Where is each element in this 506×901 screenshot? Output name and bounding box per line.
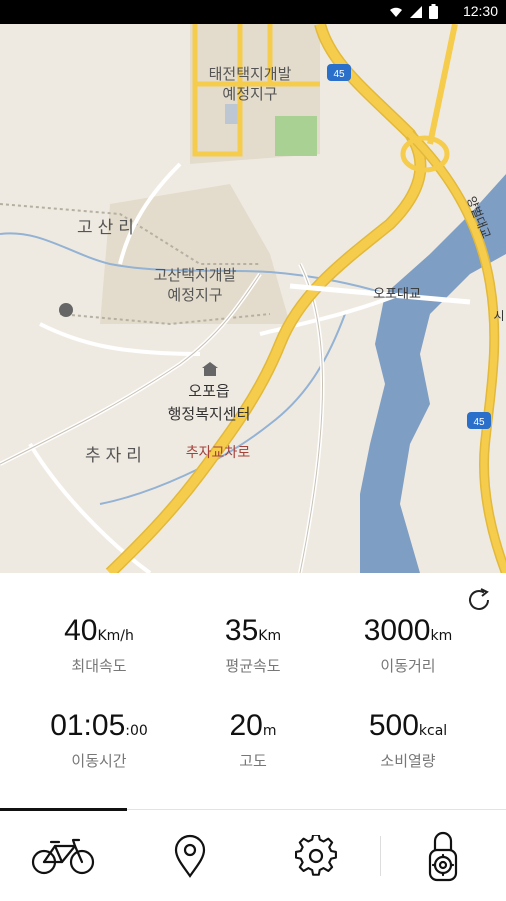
location-pin-icon	[174, 834, 206, 878]
gear-icon	[295, 834, 337, 876]
route-shield-top: 45	[327, 64, 351, 81]
green-area	[275, 116, 317, 156]
stat-max-speed: 40Km/h 최대속도	[64, 614, 134, 675]
status-time: 12:30	[462, 3, 498, 19]
bicycle-icon	[31, 838, 95, 874]
map-label-district-top: 태전택지개발	[209, 65, 292, 83]
poi-icon[interactable]	[59, 303, 73, 317]
tab-location[interactable]	[127, 810, 253, 901]
svg-text:45: 45	[333, 69, 345, 80]
map-label-intersection: 추자교차로	[186, 445, 251, 461]
route-shield-right: 45	[467, 412, 491, 429]
tab-lock[interactable]	[380, 810, 506, 901]
stat-avg-speed: 35Km 평균속도	[224, 614, 282, 675]
ride-stats-panel: 40Km/h 최대속도 35Km 평균속도 3000km 이동거리 01:05:…	[0, 573, 506, 809]
tab-ride[interactable]	[0, 810, 126, 901]
stat-duration: 01:05:00 이동시간	[50, 709, 148, 770]
bottom-tab-bar	[0, 808, 506, 901]
map-label-gosan: 고산리	[77, 218, 139, 238]
svg-text:45: 45	[473, 417, 485, 428]
status-bar: 12:30	[0, 0, 506, 24]
stat-distance: 3000km 이동거리	[363, 614, 453, 675]
map-label-office: 오포읍	[188, 382, 229, 400]
stat-calories: 500kcal 소비열량	[368, 709, 448, 770]
lock-icon	[428, 831, 458, 881]
stat-altitude: 20m 고도	[229, 709, 277, 770]
map-label-district-mid: 고산택지개발	[154, 266, 237, 284]
map-label-district-top-2: 예정지구	[222, 85, 277, 103]
map-label-chuja: 추자리	[85, 446, 147, 466]
map-view[interactable]: 45 45 태전택지개발 예정지구 고산리 고산택지개발 예정지구 오포읍 행정…	[0, 24, 506, 573]
map-label-district-mid-2: 예정지구	[167, 286, 222, 304]
government-office-icon	[202, 362, 218, 376]
map-label-office-2: 행정복지센터	[168, 405, 251, 423]
battery-icon	[429, 4, 438, 19]
map-label-bridge: 오포대교	[373, 287, 421, 302]
signal-icon	[410, 5, 422, 18]
wifi-icon	[390, 7, 402, 17]
refresh-icon[interactable]	[464, 585, 494, 615]
status-icons	[389, 4, 438, 19]
tab-settings[interactable]	[253, 810, 379, 901]
map-label-edge: 시	[493, 309, 504, 323]
